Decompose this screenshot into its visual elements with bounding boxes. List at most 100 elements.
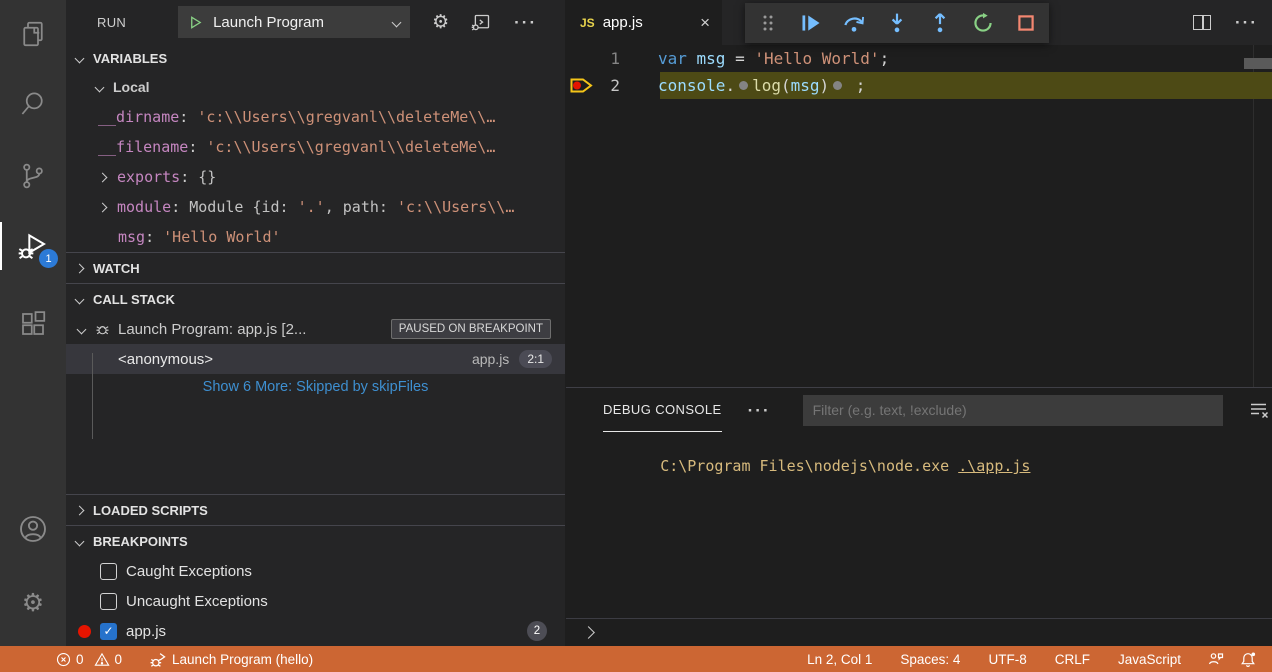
inline-breakpoint-dot-icon[interactable] — [833, 81, 842, 90]
editor-scrollbar-thumb[interactable] — [1244, 58, 1272, 69]
breakpoint-count-badge: 2 — [527, 621, 547, 641]
breakpoint-dot-icon — [78, 625, 91, 638]
panel-header: DEBUG CONSOLE ··· — [566, 388, 1272, 432]
extensions-icon[interactable] — [0, 300, 66, 348]
feedback-icon[interactable] — [1199, 651, 1232, 667]
step-into-button[interactable] — [886, 12, 908, 34]
configure-gear-icon[interactable]: ⚙ — [432, 13, 449, 32]
checkbox-checked[interactable]: ✓ — [100, 623, 117, 640]
code-line-2-current[interactable]: 2 console.log(msg) ; — [566, 72, 1272, 99]
section-watch[interactable]: WATCH — [66, 252, 565, 283]
code-line-1[interactable]: 1 var msg = 'Hello World'; — [566, 45, 1272, 72]
eol-status[interactable]: CRLF — [1047, 652, 1098, 667]
run-and-debug-icon[interactable]: 1 — [0, 222, 66, 270]
inline-breakpoint-dot-icon[interactable] — [739, 81, 748, 90]
stack-frame-row-selected[interactable]: <anonymous> app.js 2:1 — [66, 344, 565, 374]
console-output-line: C:\Program Files\nodejs\node.exe .\app.j… — [606, 439, 1272, 493]
section-variables[interactable]: VARIABLES — [66, 44, 565, 72]
panel-more-actions-icon[interactable]: ··· — [748, 402, 771, 419]
cursor-position-status[interactable]: Ln 2, Col 1 — [799, 652, 880, 667]
console-filter-input[interactable] — [803, 395, 1223, 426]
checkbox-unchecked[interactable] — [100, 563, 117, 580]
debug-toolbar — [745, 3, 1049, 43]
chevron-down-icon — [392, 17, 402, 27]
stop-button[interactable] — [1015, 12, 1037, 34]
chevron-down-icon — [95, 82, 105, 92]
chevron-down-icon — [75, 294, 85, 304]
explorer-icon[interactable] — [0, 10, 66, 58]
step-out-button[interactable] — [929, 12, 951, 34]
problems-status[interactable]: 0 0 — [48, 652, 130, 667]
debug-session-row[interactable]: Launch Program: app.js [2... PAUSED ON B… — [66, 314, 565, 344]
panel-title: RUN — [97, 15, 126, 30]
code-area[interactable]: 1 var msg = 'Hello World'; 2 console.log… — [566, 45, 1272, 99]
debug-status-icon — [150, 651, 167, 668]
tree-indent-guide — [92, 353, 93, 439]
restart-button[interactable] — [972, 12, 994, 34]
indentation-status[interactable]: Spaces: 4 — [892, 652, 968, 667]
checkbox-unchecked[interactable] — [100, 593, 117, 610]
warning-icon — [94, 652, 110, 667]
language-mode-status[interactable]: JavaScript — [1110, 652, 1189, 667]
variable-filename[interactable]: __filename: 'c:\\Users\\gregvanl\\delete… — [66, 132, 565, 162]
start-debug-icon — [188, 15, 203, 30]
repl-prompt-chevron-icon — [582, 626, 595, 639]
breakpoint-caught-exceptions[interactable]: Caught Exceptions — [66, 556, 565, 586]
encoding-status[interactable]: UTF-8 — [980, 652, 1034, 667]
activity-bar: 1 ⚙ — [0, 0, 66, 646]
vscode-window: 1 ⚙ RUN Launch Program — [0, 0, 1272, 672]
chevron-down-icon — [75, 53, 85, 63]
variable-module[interactable]: module: Module {id: '.', path: 'c:\\User… — [66, 192, 565, 222]
section-loaded-scripts[interactable]: LOADED SCRIPTS — [66, 494, 565, 525]
continue-button[interactable] — [800, 12, 822, 34]
split-editor-icon[interactable] — [1193, 15, 1211, 30]
chevron-down-icon — [75, 536, 85, 546]
debug-console-toggle-icon[interactable] — [471, 12, 492, 33]
editor-actions: ··· — [1193, 0, 1258, 45]
show-more-frames-link[interactable]: Show 6 More: Skipped by skipFiles — [66, 374, 565, 400]
chevron-right-icon — [98, 172, 108, 182]
launch-config-dropdown[interactable]: Launch Program — [178, 6, 410, 38]
search-icon[interactable] — [0, 80, 66, 128]
launch-config-label: Launch Program — [213, 14, 393, 31]
chevron-right-icon — [75, 505, 85, 515]
accounts-icon[interactable] — [0, 505, 66, 553]
close-tab-icon[interactable]: × — [700, 13, 710, 33]
notifications-bell-icon[interactable] — [1232, 651, 1264, 668]
editor-more-actions-icon[interactable]: ··· — [1235, 14, 1258, 31]
status-bar: 0 0 Launch Program (hello) Ln 2, Col 1 S… — [0, 646, 1272, 672]
section-breakpoints[interactable]: BREAKPOINTS — [66, 525, 565, 556]
paused-on-breakpoint-badge: PAUSED ON BREAKPOINT — [391, 319, 551, 339]
variable-msg[interactable]: msg: 'Hello World' — [66, 222, 565, 252]
debug-target-status[interactable]: Launch Program (hello) — [142, 651, 321, 668]
scope-local[interactable]: Local — [66, 72, 565, 102]
settings-gear-icon[interactable]: ⚙ — [0, 578, 66, 626]
variable-dirname[interactable]: __dirname: 'c:\\Users\\gregvanl\\deleteM… — [66, 102, 565, 132]
debug-console-panel: DEBUG CONSOLE ··· C:\Program Files\nodej… — [566, 387, 1272, 646]
breakpoint-uncaught-exceptions[interactable]: Uncaught Exceptions — [66, 586, 565, 616]
step-over-button[interactable] — [843, 12, 865, 34]
frame-file: app.js — [472, 351, 509, 367]
run-debug-sidebar: RUN Launch Program ⚙ ··· — [66, 0, 565, 646]
clear-console-icon[interactable] — [1249, 401, 1269, 419]
debug-session-count-badge: 1 — [39, 249, 58, 268]
console-file-link[interactable]: .\app.js — [958, 457, 1030, 475]
breakpoint-appjs[interactable]: ✓ app.js 2 — [66, 616, 565, 646]
toolbar-drag-handle[interactable] — [757, 12, 779, 34]
section-call-stack[interactable]: CALL STACK — [66, 283, 565, 314]
views-more-actions-icon[interactable]: ··· — [514, 14, 537, 31]
console-repl-input[interactable] — [566, 618, 1272, 646]
current-breakpoint-arrow-icon[interactable] — [566, 77, 596, 94]
tab-appjs[interactable]: JS app.js × — [566, 0, 722, 45]
variable-exports[interactable]: exports: {} — [66, 162, 565, 192]
javascript-file-icon: JS — [580, 16, 595, 30]
run-panel-header: RUN Launch Program ⚙ ··· — [66, 0, 565, 44]
bug-icon — [94, 321, 111, 338]
chevron-right-icon — [98, 202, 108, 212]
tab-debug-console[interactable]: DEBUG CONSOLE — [603, 388, 722, 432]
sidebar-empty-space — [66, 400, 565, 494]
session-label: Launch Program: app.js [2... — [118, 321, 391, 338]
chevron-down-icon — [77, 324, 87, 334]
editor-tab-bar: JS app.js × — [566, 0, 1272, 45]
source-control-icon[interactable] — [0, 152, 66, 200]
